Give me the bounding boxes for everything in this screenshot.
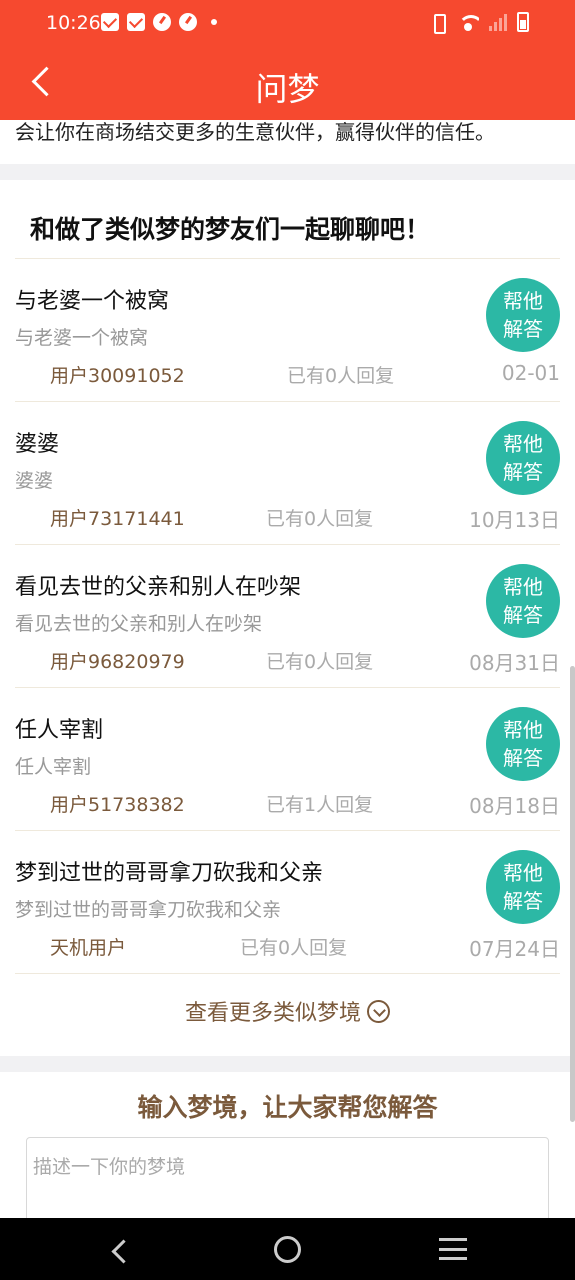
dream-title[interactable]: 看见去世的父亲和别人在吵架: [15, 569, 301, 601]
help-button-label: 解答: [503, 317, 543, 341]
dream-user: 用户51738382: [50, 794, 185, 816]
view-more-label: 查看更多类似梦境: [184, 1001, 361, 1026]
compass-icon: [179, 13, 197, 31]
chevron-down-icon: [367, 999, 390, 1023]
dream-title[interactable]: 与老婆一个被窝: [15, 283, 169, 315]
reply-count: 已有1人回复: [266, 794, 374, 816]
help-button-label: 解答: [503, 603, 543, 627]
status-time: 10:26: [46, 12, 101, 34]
system-icons: [429, 12, 529, 34]
dream-date: 10月13日: [469, 508, 560, 532]
dream-desc: 任人宰割: [15, 756, 92, 778]
battery-icon: [517, 12, 529, 32]
dream-desc: 梦到过世的哥哥拿刀砍我和父亲: [15, 899, 282, 921]
interpretation-snippet-card: 会让你在商场结交更多的生意伙伴，赢得伙伴的信任。: [0, 120, 575, 164]
help-answer-button[interactable]: 帮他 解答: [486, 564, 560, 638]
dream-user: 天机用户: [50, 937, 127, 959]
help-button-label: 解答: [503, 460, 543, 484]
dream-desc: 看见去世的父亲和别人在吵架: [15, 613, 263, 635]
mail-icon: [101, 13, 119, 31]
nav-back-icon[interactable]: [105, 1236, 135, 1266]
dream-date: 07月24日: [469, 937, 560, 961]
interpretation-snippet: 会让你在商场结交更多的生意伙伴，赢得伙伴的信任。: [15, 120, 495, 144]
scrollbar[interactable]: [570, 666, 575, 1122]
more-notifications-dot-icon: [211, 19, 217, 25]
dream-user: 用户96820979: [50, 651, 185, 673]
reply-count: 已有0人回复: [240, 937, 348, 959]
dream-desc: 与老婆一个被窝: [15, 327, 149, 349]
dream-input[interactable]: [26, 1137, 549, 1218]
dream-desc: 婆婆: [15, 470, 54, 492]
dream-date: 02-01: [501, 361, 560, 385]
dream-title[interactable]: 梦到过世的哥哥拿刀砍我和父亲: [15, 855, 323, 887]
dream-title[interactable]: 任人宰割: [15, 712, 103, 744]
scroll-content[interactable]: 会让你在商场结交更多的生意伙伴，赢得伙伴的信任。 和做了类似梦的梦友们一起聊聊吧…: [0, 120, 575, 1218]
dream-user: 用户73171441: [50, 508, 185, 530]
reply-count: 已有0人回复: [287, 365, 395, 387]
list-item[interactable]: 婆婆 婆婆 用户73171441 已有0人回复 10月13日 帮他 解答: [15, 402, 560, 545]
page-title: 问梦: [255, 70, 320, 108]
reply-count: 已有0人回复: [266, 651, 374, 673]
app-header: 10:26 问梦: [0, 0, 575, 120]
help-button-label: 帮他: [503, 289, 543, 313]
system-nav-bar: [0, 1218, 575, 1280]
section-title: 和做了类似梦的梦友们一起聊聊吧！: [30, 215, 431, 244]
submit-dream-section: 输入梦境，让大家帮您解答: [0, 1072, 575, 1218]
help-answer-button[interactable]: 帮他 解答: [486, 707, 560, 781]
dream-user: 用户30091052: [50, 365, 185, 387]
help-button-label: 帮他: [503, 718, 543, 742]
notification-icons: [101, 13, 217, 31]
list-item[interactable]: 任人宰割 任人宰割 用户51738382 已有1人回复 08月18日 帮他 解答: [15, 688, 560, 831]
nav-home-icon[interactable]: [274, 1236, 301, 1263]
list-item[interactable]: 梦到过世的哥哥拿刀砍我和父亲 梦到过世的哥哥拿刀砍我和父亲 天机用户 已有0人回…: [15, 831, 560, 974]
help-button-label: 帮他: [503, 861, 543, 885]
help-button-label: 解答: [503, 889, 543, 913]
input-heading: 输入梦境，让大家帮您解答: [137, 1093, 438, 1122]
dream-date: 08月18日: [469, 794, 560, 818]
similar-dreams-section: 和做了类似梦的梦友们一起聊聊吧！ 与老婆一个被窝 与老婆一个被窝 用户30091…: [0, 180, 575, 1056]
nav-recents-icon[interactable]: [439, 1238, 467, 1260]
help-button-label: 帮他: [503, 575, 543, 599]
dream-date: 08月31日: [469, 651, 560, 675]
list-item[interactable]: 与老婆一个被窝 与老婆一个被窝 用户30091052 已有0人回复 02-01 …: [15, 259, 560, 402]
help-answer-button[interactable]: 帮他 解答: [486, 278, 560, 352]
help-answer-button[interactable]: 帮他 解答: [486, 421, 560, 495]
wifi-icon: [457, 13, 479, 31]
view-more-link[interactable]: 查看更多类似梦境: [0, 995, 575, 1027]
help-answer-button[interactable]: 帮他 解答: [486, 850, 560, 924]
status-bar: 10:26: [0, 0, 575, 48]
mail-icon: [127, 13, 145, 31]
list-item[interactable]: 看见去世的父亲和别人在吵架 看见去世的父亲和别人在吵架 用户96820979 已…: [15, 545, 560, 688]
compass-icon: [153, 13, 171, 31]
reply-count: 已有0人回复: [266, 508, 374, 530]
dream-title[interactable]: 婆婆: [15, 426, 59, 458]
signal-icon: [489, 13, 507, 31]
vibrate-icon: [429, 12, 447, 34]
help-button-label: 解答: [503, 746, 543, 770]
help-button-label: 帮他: [503, 432, 543, 456]
